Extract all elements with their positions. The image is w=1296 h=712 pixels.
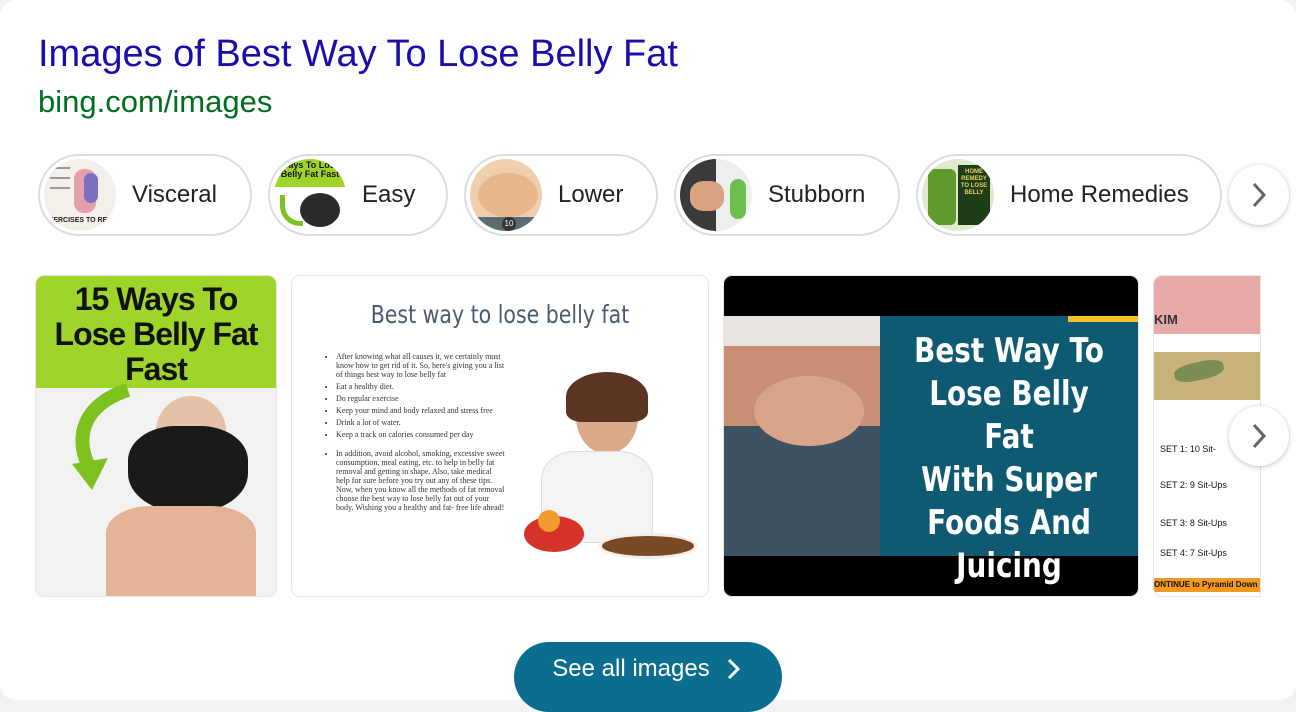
image-results-card: Images of Best Way To Lose Belly Fat bin… <box>0 0 1296 712</box>
model-torso-shape <box>106 506 256 596</box>
bra-shape <box>724 316 880 346</box>
slide-bullet: Keep a track on calories consumed per da… <box>336 430 506 439</box>
poster-line: Lose Belly Fat <box>54 316 259 353</box>
chevron-right-icon <box>1252 423 1267 449</box>
slide-bullet: Drink a lot of water. <box>336 418 506 427</box>
chip-thumb-badge: 10 <box>502 217 516 231</box>
set-line: SET 2: 9 Sit-Ups <box>1160 480 1227 490</box>
images-next-button[interactable] <box>1229 406 1289 466</box>
footer-band: ONTINUE to Pyramid Down <box>1154 578 1260 592</box>
image-result-fifteen-ways[interactable]: 15 Ways To Lose Belly Fat Fast <box>36 276 276 596</box>
poster-heading: 15 Ways To Lose Belly Fat Fast <box>36 281 276 388</box>
arrow-graphic-icon <box>72 384 131 490</box>
set-line: SET 4: 7 Sit-Ups <box>1160 548 1227 558</box>
source-url[interactable]: bing.com/images <box>38 82 272 122</box>
poster-line: 15 Ways To <box>74 281 239 317</box>
slide-heading: Best way to lose belly fat <box>370 300 630 329</box>
image-result-super-foods[interactable]: Best Way To Lose Belly Fat With Super Fo… <box>724 276 1138 596</box>
slide-bullet: After knowing what all causes it, we cer… <box>336 352 506 379</box>
diagram-thumbnail-icon: EXERCISES TO REDUC <box>44 159 116 231</box>
chip-label: Easy <box>362 181 416 208</box>
poster-line: Fast <box>125 351 188 388</box>
plate-shape <box>602 536 694 556</box>
chip-lower[interactable]: 10 Lower <box>464 154 658 236</box>
see-all-label: See all images <box>552 655 710 682</box>
slide-bullet: Keep your mind and body relaxed and stre… <box>336 406 506 415</box>
see-all-images-button[interactable]: See all images <box>514 642 782 712</box>
chip-label: Home Remedies <box>1010 181 1189 208</box>
slide-bullet: Do regular exercise <box>336 394 506 403</box>
results-title-link[interactable]: Images of Best Way To Lose Belly Fat <box>38 30 678 78</box>
chip-thumb-caption: HOME REMEDY TO LOSE BELLY <box>960 169 988 196</box>
belly-roll-shape <box>754 376 864 446</box>
juice-thumbnail-icon: HOME REMEDY TO LOSE BELLY <box>922 159 994 231</box>
chips-next-button[interactable] <box>1229 165 1289 225</box>
brand-logo: KIM <box>1154 312 1178 327</box>
chip-visceral[interactable]: EXERCISES TO REDUC Visceral <box>38 154 252 236</box>
poster-line: Foods And <box>927 503 1091 543</box>
belly-thumbnail-icon: 10 <box>470 159 542 231</box>
title-panel: Best Way To Lose Belly Fat With Super Fo… <box>880 316 1138 586</box>
poster-line: With Super <box>921 460 1097 500</box>
chip-label: Visceral <box>132 181 217 208</box>
orange-shape <box>538 510 560 532</box>
chip-label: Lower <box>558 181 624 208</box>
chip-label: Stubborn <box>768 181 866 208</box>
chip-thumb-caption: Ways To Lose Belly Fat Fast <box>280 160 340 179</box>
poster-line: Lose Belly Fat <box>929 374 1089 457</box>
chip-home-remedies[interactable]: HOME REMEDY TO LOSE BELLY Home Remedies <box>916 154 1222 236</box>
slide-bullet: Eat a healthy diet. <box>336 382 506 391</box>
set-line: SET 1: 10 Sit- <box>1160 444 1216 454</box>
body-thumbnail-icon <box>680 159 752 231</box>
chip-stubborn[interactable]: Stubborn <box>674 154 900 236</box>
poster-heading: Best Way To Lose Belly Fat With Super Fo… <box>903 330 1115 588</box>
accent-stripe <box>1068 316 1138 322</box>
woman-hair-shape <box>566 372 648 422</box>
chevron-right-icon <box>727 658 740 680</box>
image-result-best-way-slide[interactable]: Best way to lose belly fat After knowing… <box>292 276 708 596</box>
chip-easy[interactable]: Ways To Lose Belly Fat Fast Easy <box>268 154 448 236</box>
chip-thumb-caption: EXERCISES TO REDUC <box>44 217 116 224</box>
slide-paragraph: In addition, avoid alcohol, smoking, exc… <box>336 449 506 512</box>
poster-line: Best Way To <box>914 331 1104 371</box>
set-line: SET 3: 8 Sit-Ups <box>1160 518 1227 528</box>
fitness-thumbnail-icon: Ways To Lose Belly Fat Fast <box>274 159 346 231</box>
slide-body: After knowing what all causes it, we cer… <box>318 352 506 515</box>
chevron-right-icon <box>1252 182 1267 208</box>
poster-line: Juicing <box>956 546 1062 586</box>
